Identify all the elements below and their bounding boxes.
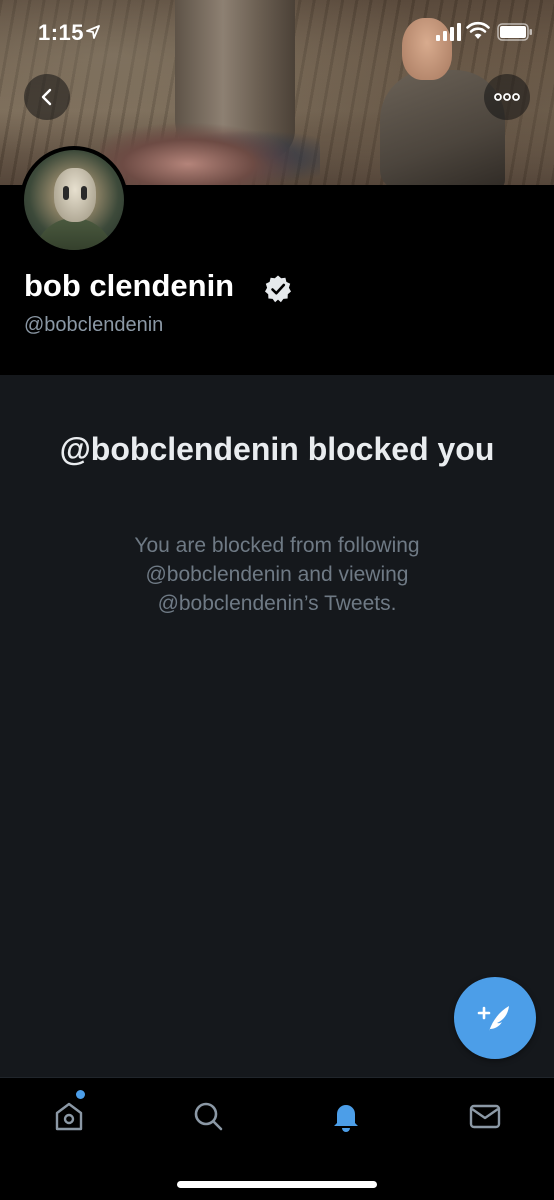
blocked-description: You are blocked from following @bobclend… [134, 534, 420, 615]
tab-search[interactable] [188, 1096, 228, 1136]
tab-notifications[interactable] [326, 1096, 366, 1136]
bell-icon [334, 1105, 358, 1132]
compose-tweet-button[interactable] [454, 977, 536, 1059]
location-arrow-icon [86, 25, 100, 39]
search-icon [194, 1102, 223, 1131]
status-bar: 1:15 [0, 0, 554, 66]
back-button[interactable] [24, 74, 70, 120]
avatar-eye-right [81, 186, 87, 200]
more-dots-icon [494, 93, 520, 101]
status-time: 1:15 [38, 20, 85, 45]
home-icon [55, 1102, 83, 1131]
avatar-eye-left [63, 186, 69, 200]
home-indicator[interactable] [177, 1181, 377, 1188]
avatar-coat [34, 218, 114, 250]
avatar-face [54, 168, 96, 222]
tab-messages[interactable] [465, 1096, 505, 1136]
more-options-button[interactable] [484, 74, 530, 120]
home-notification-dot [76, 1090, 85, 1099]
mail-icon [469, 1104, 501, 1129]
profile-display-name: bob clendenin [24, 268, 235, 303]
profile-handle: @bobclendenin [24, 314, 164, 336]
banner-ground [100, 115, 320, 185]
tab-home[interactable] [49, 1096, 89, 1136]
cellular-signal-icon [436, 23, 461, 41]
compose-feather-icon [477, 1006, 509, 1031]
battery-icon [497, 23, 532, 41]
avatar[interactable] [20, 146, 128, 254]
chevron-left-icon [41, 88, 52, 106]
blocked-title: @bobclendenin blocked you [59, 431, 495, 467]
verified-badge-icon [265, 275, 291, 303]
wifi-icon [466, 21, 490, 39]
